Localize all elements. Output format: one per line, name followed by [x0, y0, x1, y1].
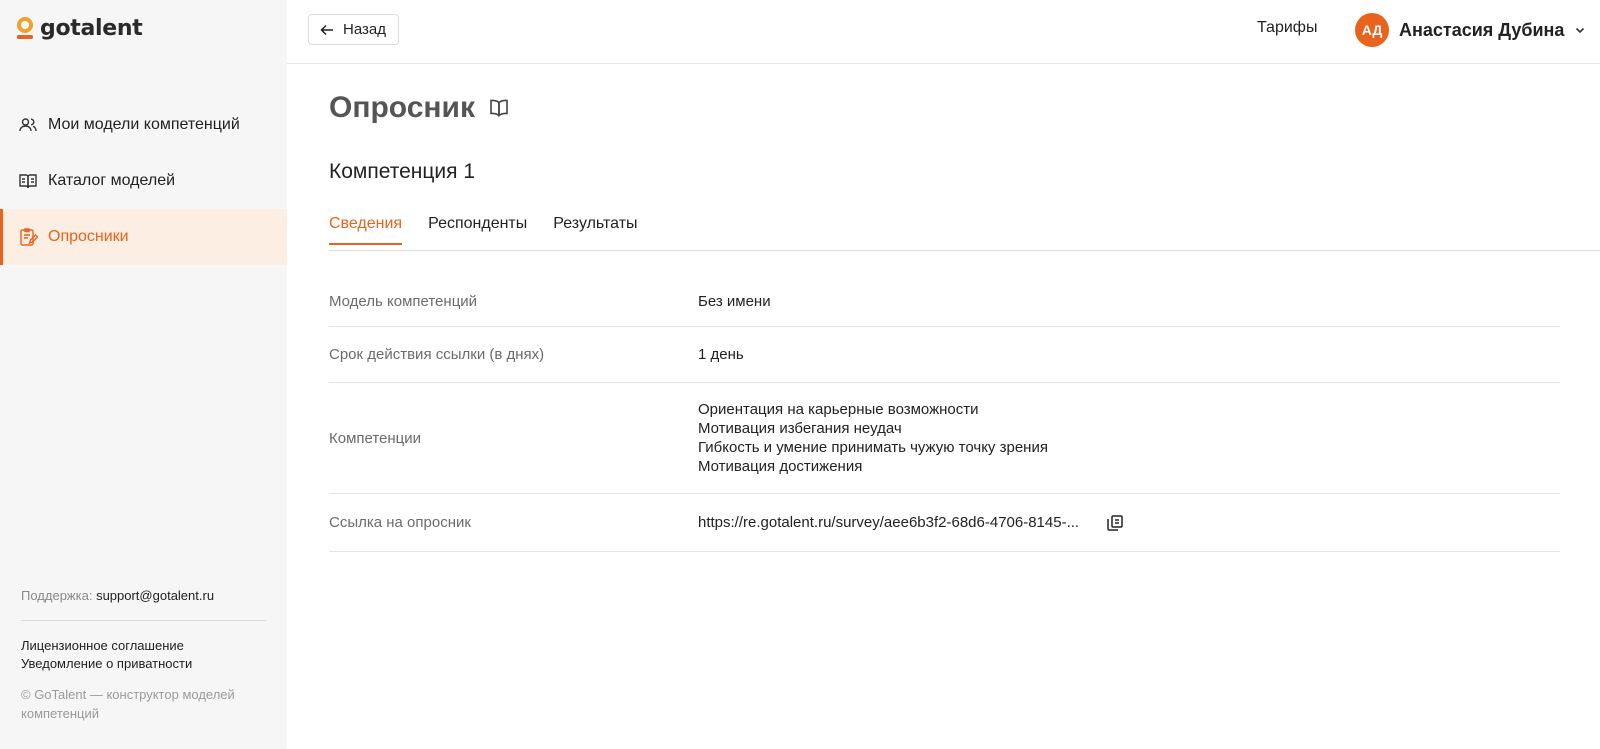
sidebar-item-my-models[interactable]: Мои модели компетенций: [0, 97, 287, 153]
sidebar: gotalent Мои модели компетенций Каталог …: [0, 0, 287, 749]
info-label: Модель компетенций: [329, 293, 478, 310]
competency-subtitle: Компетенция 1: [329, 160, 476, 183]
arrow-left-icon: [320, 24, 333, 35]
sidebar-item-label: Каталог моделей: [48, 172, 176, 189]
competency-item: Мотивация избегания неудач: [698, 420, 902, 437]
tariffs-link[interactable]: Тарифы: [1257, 19, 1317, 37]
tab-info[interactable]: Сведения: [329, 215, 403, 245]
users-icon: [18, 115, 38, 135]
logo-text: gotalent: [40, 15, 143, 41]
competency-item: Ориентация на карьерные возможности: [698, 401, 979, 418]
info-table: Модель компетенций Без имени Срок действ…: [329, 277, 1560, 552]
page-title: Опросник: [329, 91, 475, 124]
sidebar-item-label: Опросники: [48, 228, 129, 245]
book-icon[interactable]: [487, 96, 511, 120]
info-row-expiry: Срок действия ссылки (в днях) 1 день: [329, 327, 1560, 383]
back-button[interactable]: Назад: [308, 14, 399, 45]
support-line: Поддержка: support@gotalent.ru: [21, 588, 266, 603]
user-name: Анастасия Дубина: [1399, 19, 1565, 40]
competency-item: Мотивация достижения: [698, 458, 863, 475]
license-link[interactable]: Лицензионное соглашение: [21, 637, 266, 655]
survey-link-wrap: https://re.gotalent.ru/survey/aee6b3f2-6…: [698, 513, 1125, 533]
info-row-competencies: Компетенции Ориентация на карьерные возм…: [329, 383, 1560, 494]
sidebar-item-catalog[interactable]: Каталог моделей: [0, 153, 287, 209]
info-row-link: Ссылка на опросник https://re.gotalent.r…: [329, 494, 1560, 552]
privacy-link[interactable]: Уведомление о приватности: [21, 655, 266, 673]
copy-icon[interactable]: [1105, 513, 1125, 533]
title-row: Опросник: [329, 91, 511, 125]
info-value: 1 день: [698, 346, 744, 363]
support-label: Поддержка:: [21, 588, 93, 603]
sidebar-item-label: Мои модели компетенций: [48, 116, 240, 133]
info-value: Без имени: [698, 293, 771, 310]
tabs-divider: [329, 250, 1600, 251]
logo[interactable]: gotalent: [16, 14, 143, 42]
copyright: © GoTalent — конструктор моделей компете…: [21, 687, 235, 721]
clipboard-edit-icon: [18, 227, 38, 247]
info-label: Срок действия ссылки (в днях): [329, 346, 545, 363]
tab-respondents[interactable]: Респонденты: [428, 215, 527, 245]
competencies-list: Ориентация на карьерные возможности Моти…: [698, 400, 1048, 476]
top-header: Назад Тарифы АД Анастасия Дубина: [287, 0, 1600, 64]
competency-item: Гибкость и умение принимать чужую точку …: [698, 439, 1048, 456]
sidebar-divider: [21, 620, 266, 621]
survey-link[interactable]: https://re.gotalent.ru/survey/aee6b3f2-6…: [698, 513, 1079, 532]
sidebar-nav: Мои модели компетенций Каталог моделей О…: [0, 97, 287, 265]
logo-mark-icon: [17, 17, 33, 39]
user-menu[interactable]: АД Анастасия Дубина: [1355, 13, 1586, 47]
tab-results[interactable]: Результаты: [553, 215, 637, 245]
avatar: АД: [1355, 13, 1389, 47]
sidebar-footer: Поддержка: support@gotalent.ru Лицензион…: [21, 588, 266, 723]
app-root: gotalent Мои модели компетенций Каталог …: [0, 0, 1600, 749]
chevron-down-icon: [1576, 27, 1585, 34]
support-email-link[interactable]: support@gotalent.ru: [96, 588, 214, 603]
info-label: Компетенции: [329, 429, 422, 447]
back-button-label: Назад: [343, 21, 386, 38]
info-label: Ссылка на опросник: [329, 514, 471, 531]
sidebar-item-surveys[interactable]: Опросники: [0, 209, 287, 265]
tabs: Сведения Респонденты Результаты: [329, 215, 638, 245]
book-open-icon: [18, 171, 38, 191]
info-row-model: Модель компетенций Без имени: [329, 277, 1560, 327]
